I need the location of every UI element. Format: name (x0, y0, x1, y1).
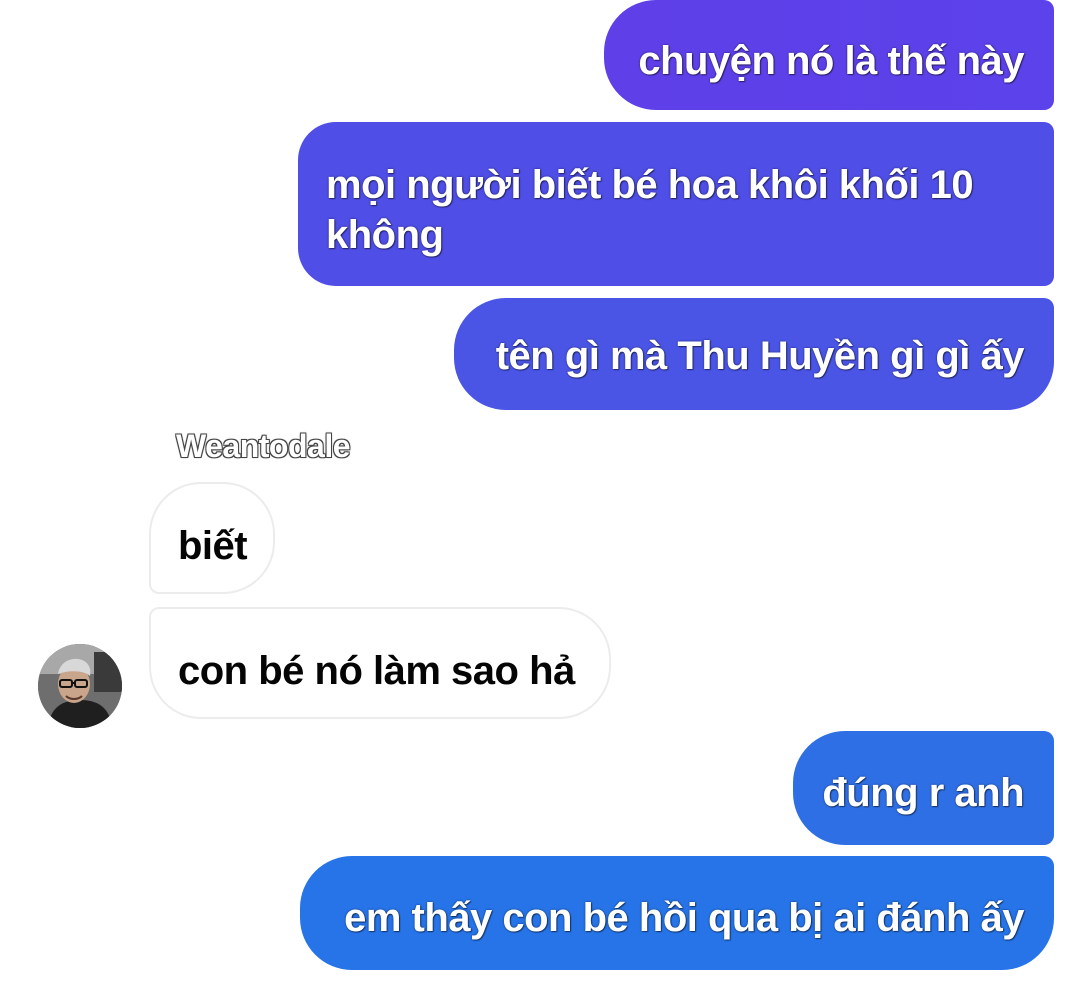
message-text: em thấy con bé hồi qua bị ai đánh ấy (344, 896, 1024, 940)
outgoing-message[interactable]: mọi người biết bé hoa khôi khối 10 không (298, 122, 1054, 286)
message-text: biết (178, 524, 248, 568)
message-text: mọi người biết bé hoa khôi khối 10 không (326, 163, 974, 257)
message-text: đúng r anh (822, 771, 1024, 815)
incoming-message[interactable]: biết (149, 482, 275, 594)
message-text: tên gì mà Thu Huyền gì gì ấy (495, 334, 1025, 378)
incoming-message[interactable]: con bé nó làm sao hả (149, 607, 611, 719)
avatar[interactable] (38, 644, 122, 728)
outgoing-message[interactable]: em thấy con bé hồi qua bị ai đánh ấy (300, 856, 1054, 970)
user-avatar-icon (38, 644, 122, 728)
outgoing-message[interactable]: đúng r anh (793, 731, 1054, 845)
message-text: chuyện nó là thế này (638, 39, 1024, 83)
outgoing-message[interactable]: chuyện nó là thế này (604, 0, 1054, 110)
outgoing-message[interactable]: tên gì mà Thu Huyền gì gì ấy (454, 298, 1054, 410)
message-text: con bé nó làm sao hả (178, 649, 575, 693)
sender-name: Weantodale (176, 428, 351, 464)
